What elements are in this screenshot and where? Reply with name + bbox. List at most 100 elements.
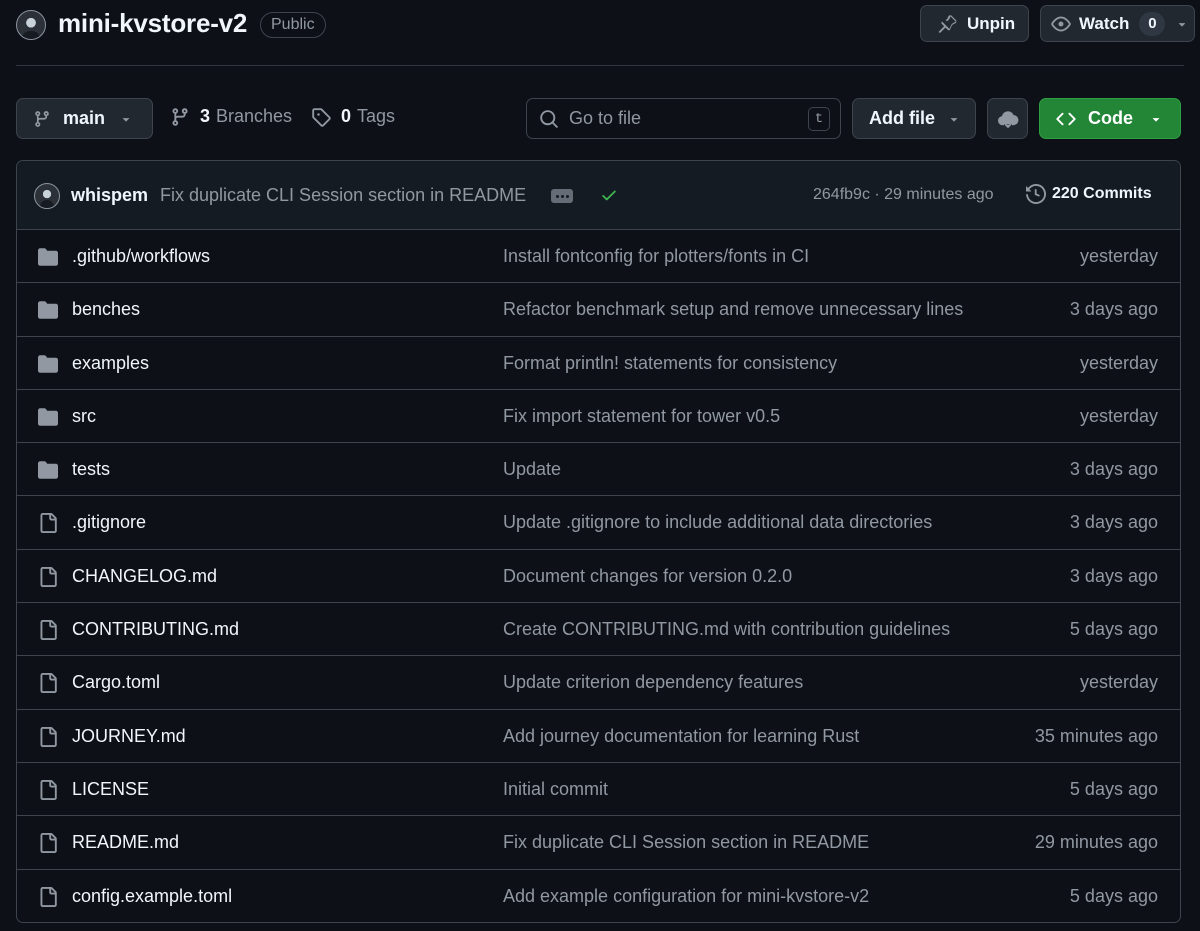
code-button[interactable]: Code (1039, 98, 1181, 139)
file-row[interactable]: tests Update 3 days ago (17, 443, 1180, 497)
tags-count: 0 (341, 106, 352, 126)
file-icon (40, 833, 57, 854)
file-commit-message-link[interactable]: Fix duplicate CLI Session section in REA… (503, 832, 869, 853)
file-commit-message-link[interactable]: Add journey documentation for learning R… (503, 726, 859, 747)
file-commit-message-link[interactable]: Install fontconfig for plotters/fonts in… (503, 246, 809, 267)
file-name-link[interactable]: CONTRIBUTING.md (72, 619, 239, 640)
caret-down-icon (122, 117, 130, 122)
file-name-link[interactable]: .gitignore (72, 512, 146, 533)
folder-icon (38, 248, 58, 266)
add-file-button[interactable]: Add file (852, 98, 976, 139)
file-row[interactable]: config.example.toml Add example configura… (17, 870, 1180, 922)
code-brackets-icon (1056, 112, 1076, 125)
repo-title[interactable]: mini-kvstore-v2 (58, 8, 247, 39)
unpin-button[interactable]: Unpin (920, 5, 1029, 42)
pin-icon (938, 14, 957, 33)
watch-label: Watch (1079, 13, 1130, 33)
codespaces-button[interactable] (987, 98, 1028, 139)
latest-commit-bar: whispem Fix duplicate CLI Session sectio… (17, 161, 1180, 230)
file-row[interactable]: .github/workflows Install fontconfig for … (17, 230, 1180, 284)
file-icon (40, 513, 57, 534)
code-label: Code (1088, 108, 1133, 128)
file-icon (40, 779, 57, 800)
file-commit-message-link[interactable]: Update (503, 459, 561, 480)
file-row[interactable]: JOURNEY.md Add journey documentation for … (17, 710, 1180, 763)
file-row[interactable]: Cargo.toml Update criterion dependency fe… (17, 656, 1180, 710)
file-row[interactable]: README.md Fix duplicate CLI Session secti… (17, 816, 1180, 870)
folder-icon (38, 301, 58, 320)
file-commit-message-link[interactable]: Initial commit (503, 779, 608, 800)
tag-icon (312, 107, 331, 127)
unpin-label: Unpin (967, 13, 1016, 33)
file-row[interactable]: CHANGELOG.md Document changes for version… (17, 550, 1180, 604)
file-commit-date: 5 days ago (1069, 885, 1158, 906)
owner-avatar[interactable] (16, 10, 46, 40)
commit-hash-and-time[interactable]: 264fb9c · 29 minutes ago (813, 186, 994, 204)
file-row[interactable]: benches Refactor benchmark setup and remo… (17, 283, 1180, 337)
file-icon (40, 566, 57, 587)
file-name-link[interactable]: .github/workflows (72, 246, 210, 267)
file-row[interactable]: src Fix import statement for tower v0.5 ye… (17, 390, 1180, 444)
branches-link[interactable]: 3 Branches (170, 106, 292, 127)
commits-count-label: 220 Commits (1052, 185, 1152, 202)
file-row[interactable]: .gitignore Update .gitignore to include a… (17, 496, 1180, 550)
commit-author-avatar[interactable] (34, 183, 60, 209)
file-commit-message-link[interactable]: Refactor benchmark setup and remove unne… (503, 299, 963, 320)
file-name-link[interactable]: tests (72, 459, 110, 480)
file-name-link[interactable]: LICENSE (72, 779, 149, 800)
file-commit-date: 3 days ago (1069, 299, 1158, 320)
history-icon (1026, 184, 1046, 204)
file-commit-message-link[interactable]: Add example configuration for mini-kvsto… (503, 886, 869, 907)
file-row[interactable]: CONTRIBUTING.md Create CONTRIBUTING.md wi… (17, 603, 1180, 657)
file-commit-date: 5 days ago (1069, 619, 1158, 640)
file-name-link[interactable]: src (72, 406, 96, 427)
branches-count: 3 (200, 106, 211, 126)
expand-commit-ellipsis-icon[interactable] (551, 189, 573, 203)
go-to-file-search[interactable]: t (526, 98, 841, 139)
caret-down-icon (1152, 117, 1160, 122)
file-commit-date: yesterday (1079, 405, 1158, 426)
file-commit-date: 3 days ago (1069, 565, 1158, 586)
file-name-link[interactable]: README.md (72, 832, 179, 853)
commit-message[interactable]: Fix duplicate CLI Session section in REA… (160, 185, 526, 206)
file-row[interactable]: examples Format println! statements for c… (17, 337, 1180, 390)
file-name-link[interactable]: config.example.toml (72, 886, 232, 907)
commit-author[interactable]: whispem (71, 185, 148, 206)
file-name-link[interactable]: examples (72, 353, 149, 374)
search-icon (540, 109, 558, 128)
git-branch-icon (172, 107, 188, 126)
go-to-file-input[interactable] (569, 108, 808, 129)
file-browser: whispem Fix duplicate CLI Session sectio… (16, 160, 1181, 923)
file-commit-message-link[interactable]: Fix import statement for tower v0.5 (503, 406, 780, 427)
file-name-link[interactable]: Cargo.toml (72, 672, 160, 693)
tags-link[interactable]: 0 Tags (311, 106, 395, 127)
file-icon (40, 886, 57, 907)
file-commit-message-link[interactable]: Update .gitignore to include additional … (503, 512, 932, 533)
branches-label: Branches (216, 106, 293, 126)
file-commit-message-link[interactable]: Update criterion dependency features (503, 672, 803, 693)
file-name-link[interactable]: benches (72, 299, 140, 320)
cloud-sync-icon (997, 110, 1018, 128)
visibility-badge: Public (260, 12, 326, 38)
file-commit-date: 5 days ago (1069, 778, 1158, 799)
file-name-link[interactable]: JOURNEY.md (72, 726, 186, 747)
file-commit-message-link[interactable]: Format println! statements for consisten… (503, 353, 837, 374)
file-commit-date: yesterday (1079, 246, 1158, 266)
folder-icon (38, 354, 58, 373)
add-file-label: Add file (869, 108, 935, 128)
commits-history-link[interactable]: 220 Commits (1026, 184, 1152, 204)
check-icon[interactable] (600, 186, 618, 204)
file-row[interactable]: LICENSE Initial commit 5 days ago (17, 763, 1180, 817)
file-name-link[interactable]: CHANGELOG.md (72, 566, 217, 587)
caret-down-icon (1179, 22, 1186, 27)
branch-name: main (63, 108, 106, 128)
git-branch-icon (35, 110, 49, 127)
file-commit-message-link[interactable]: Create CONTRIBUTING.md with contribution… (503, 619, 950, 640)
file-commit-date: yesterday (1079, 352, 1158, 373)
file-icon (40, 620, 57, 641)
file-list: .github/workflows Install fontconfig for … (17, 230, 1180, 922)
branch-select-button[interactable]: main (16, 98, 153, 139)
watch-button[interactable]: Watch 0 (1040, 5, 1195, 42)
file-commit-message-link[interactable]: Document changes for version 0.2.0 (503, 566, 792, 587)
folder-icon (38, 408, 58, 426)
